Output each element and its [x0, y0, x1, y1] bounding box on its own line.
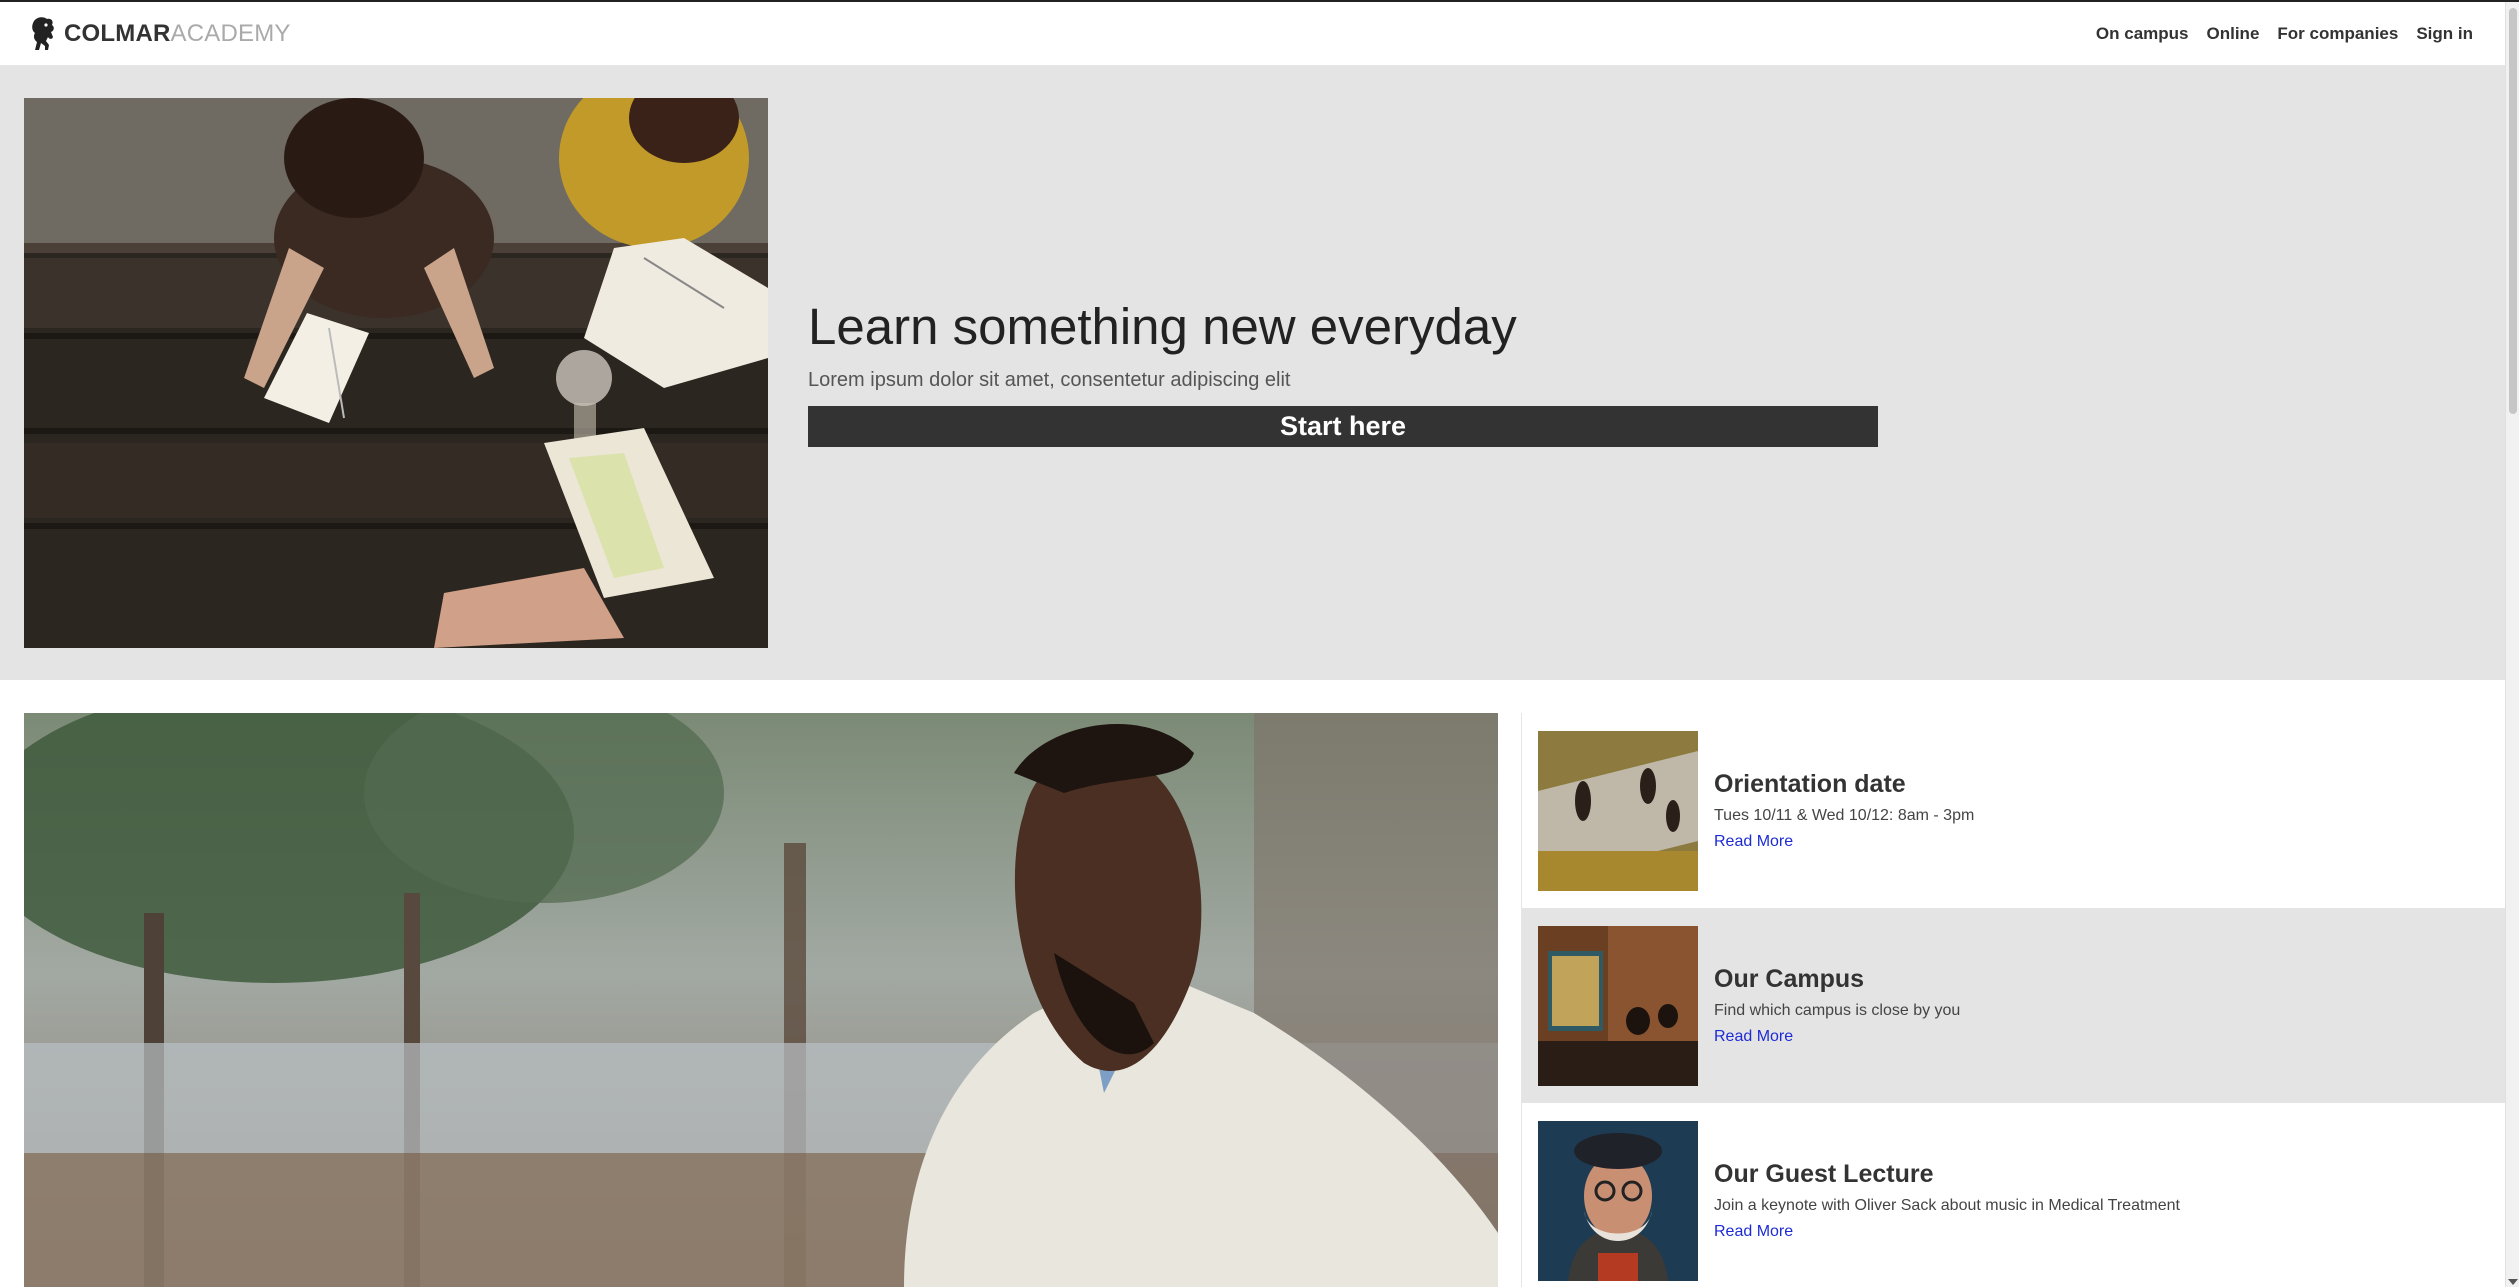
list-item: Our Guest Lecture Join a keynote with Ol…: [1522, 1103, 2506, 1287]
nav-sign-in[interactable]: Sign in: [2416, 24, 2473, 44]
lion-logo-icon: [32, 16, 54, 50]
scrollbar-thumb[interactable]: [2509, 8, 2517, 414]
list-item-body: Our Guest Lecture Join a keynote with Ol…: [1714, 1160, 2180, 1241]
read-more-link[interactable]: Read More: [1714, 833, 1793, 851]
site-header: COLMARACADEMY On campus Online For compa…: [0, 2, 2505, 66]
feature-photo-illustration: [24, 713, 1498, 1287]
list-item-description: Join a keynote with Oliver Sack about mu…: [1714, 1197, 2180, 1214]
thumbnail-orientation-people-walking: [1538, 730, 1698, 891]
list-item-description: Tues 10/11 & Wed 10/12: 8am - 3pm: [1714, 807, 1975, 824]
list-item: Our Campus Find which campus is close by…: [1522, 908, 2506, 1103]
list-item-body: Our Campus Find which campus is close by…: [1714, 965, 1960, 1046]
logo-text: COLMARACADEMY: [64, 20, 291, 48]
nav-on-campus[interactable]: On campus: [2096, 24, 2189, 44]
hero-photo-illustration: [24, 98, 768, 648]
site-logo[interactable]: COLMARACADEMY: [28, 15, 291, 53]
logo-text-light: ACADEMY: [170, 19, 291, 47]
start-here-button[interactable]: Start here: [808, 406, 1878, 448]
list-item-title: Our Campus: [1714, 965, 1865, 993]
scroll-down-arrow-icon[interactable]: [2508, 1279, 2518, 1285]
side-list: Orientation date Tues 10/11 & Wed 10/12:…: [1521, 713, 2506, 1287]
list-item-title: Orientation date: [1714, 770, 1906, 798]
feature-photo-smiling-man: [24, 713, 1498, 1287]
thumbnail-guest-lecturer-portrait: [1538, 1120, 1698, 1281]
list-item-title: Our Guest Lecture: [1714, 1160, 1934, 1188]
main-nav: On campus Online For companies Sign in: [2096, 24, 2473, 44]
thumbnail-campus-room: [1538, 925, 1698, 1086]
page: COLMARACADEMY On campus Online For compa…: [0, 0, 2519, 1287]
read-more-link[interactable]: Read More: [1714, 1028, 1793, 1046]
page-scrollbar[interactable]: [2505, 2, 2519, 1287]
hero-title: Learn something new everyday: [808, 298, 1517, 355]
nav-online[interactable]: Online: [2207, 24, 2260, 44]
hero-subtitle: Lorem ipsum dolor sit amet, consentetur …: [808, 369, 1291, 392]
list-item: Orientation date Tues 10/11 & Wed 10/12:…: [1522, 713, 2506, 908]
hero-photo-students-studying: [24, 98, 768, 648]
list-item-description: Find which campus is close by you: [1714, 1002, 1961, 1019]
read-more-link[interactable]: Read More: [1714, 1223, 1793, 1241]
logo-text-strong: COLMAR: [64, 19, 171, 47]
hero-section: Learn something new everyday Lorem ipsum…: [0, 66, 2505, 680]
nav-for-companies[interactable]: For companies: [2277, 24, 2398, 44]
hero-content: Learn something new everyday Lorem ipsum…: [808, 298, 1878, 448]
list-item-body: Orientation date Tues 10/11 & Wed 10/12:…: [1714, 770, 1974, 851]
